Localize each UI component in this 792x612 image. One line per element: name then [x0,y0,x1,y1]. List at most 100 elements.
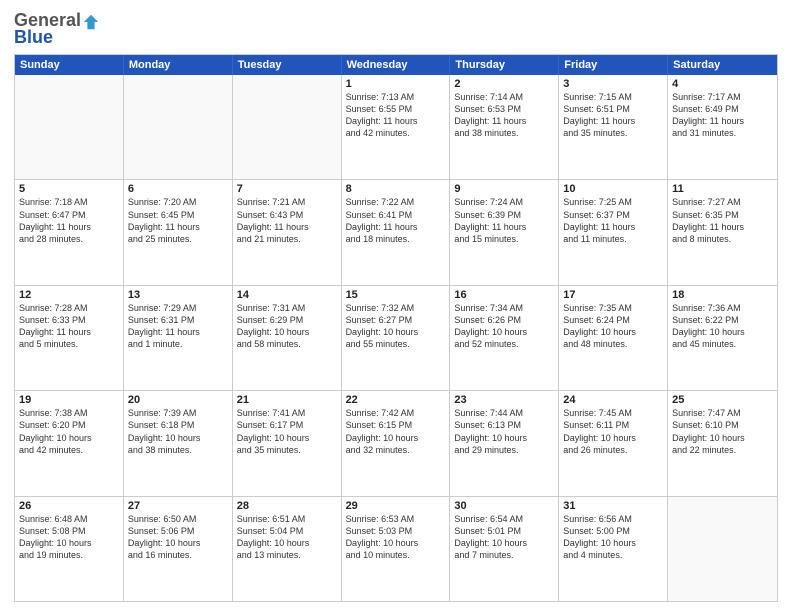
cell-info-line: Sunset: 5:04 PM [237,525,337,537]
cell-info-line: Daylight: 10 hours [563,326,663,338]
day-number: 26 [19,500,119,512]
calendar-cell: 26Sunrise: 6:48 AMSunset: 5:08 PMDayligh… [15,497,124,601]
cell-info-line: Sunset: 6:51 PM [563,103,663,115]
cell-info-line: Sunrise: 7:14 AM [454,91,554,103]
weekday-header-thursday: Thursday [450,55,559,75]
cell-info-line: Sunset: 6:27 PM [346,314,446,326]
cell-info-line: and 22 minutes. [672,444,773,456]
cell-info-line: Sunset: 6:10 PM [672,419,773,431]
cell-info-line: Sunset: 6:53 PM [454,103,554,115]
cell-info-line: Sunrise: 6:51 AM [237,513,337,525]
calendar-cell: 20Sunrise: 7:39 AMSunset: 6:18 PMDayligh… [124,391,233,495]
cell-info-line: Daylight: 10 hours [19,432,119,444]
calendar-cell: 19Sunrise: 7:38 AMSunset: 6:20 PMDayligh… [15,391,124,495]
cell-info-line: Sunrise: 7:35 AM [563,302,663,314]
calendar-body: 1Sunrise: 7:13 AMSunset: 6:55 PMDaylight… [15,75,777,601]
cell-info-line: Sunset: 6:20 PM [19,419,119,431]
day-number: 16 [454,289,554,301]
cell-info-line: Daylight: 10 hours [672,432,773,444]
calendar-cell: 31Sunrise: 6:56 AMSunset: 5:00 PMDayligh… [559,497,668,601]
cell-info-line: Sunrise: 7:32 AM [346,302,446,314]
cell-info-line: Sunrise: 7:25 AM [563,196,663,208]
cell-info-line: Daylight: 10 hours [128,432,228,444]
calendar-cell: 3Sunrise: 7:15 AMSunset: 6:51 PMDaylight… [559,75,668,179]
cell-info-line: Daylight: 11 hours [346,115,446,127]
cell-info-line: and 8 minutes. [672,233,773,245]
header: General Blue [14,10,778,48]
day-number: 28 [237,500,337,512]
cell-info-line: Sunset: 6:24 PM [563,314,663,326]
cell-info-line: and 48 minutes. [563,338,663,350]
day-number: 22 [346,394,446,406]
cell-info-line: Sunrise: 7:20 AM [128,196,228,208]
cell-info-line: Sunset: 5:03 PM [346,525,446,537]
cell-info-line: Sunset: 6:49 PM [672,103,773,115]
cell-info-line: Sunrise: 7:47 AM [672,407,773,419]
cell-info-line: and 35 minutes. [237,444,337,456]
cell-info-line: and 7 minutes. [454,549,554,561]
cell-info-line: Sunrise: 7:18 AM [19,196,119,208]
day-number: 14 [237,289,337,301]
cell-info-line: Daylight: 11 hours [454,221,554,233]
day-number: 18 [672,289,773,301]
cell-info-line: Sunrise: 6:50 AM [128,513,228,525]
cell-info-line: and 5 minutes. [19,338,119,350]
calendar-cell: 13Sunrise: 7:29 AMSunset: 6:31 PMDayligh… [124,286,233,390]
cell-info-line: Sunset: 5:08 PM [19,525,119,537]
calendar-cell [668,497,777,601]
cell-info-line: and 18 minutes. [346,233,446,245]
calendar-page: General Blue SundayMondayTuesdayWednesda… [0,0,792,612]
cell-info-line: Sunrise: 7:38 AM [19,407,119,419]
cell-info-line: Sunrise: 7:21 AM [237,196,337,208]
day-number: 2 [454,78,554,90]
calendar-cell: 23Sunrise: 7:44 AMSunset: 6:13 PMDayligh… [450,391,559,495]
day-number: 11 [672,183,773,195]
cell-info-line: and 21 minutes. [237,233,337,245]
weekday-header-wednesday: Wednesday [342,55,451,75]
cell-info-line: Sunrise: 7:39 AM [128,407,228,419]
cell-info-line: Sunrise: 7:17 AM [672,91,773,103]
cell-info-line: Sunset: 6:17 PM [237,419,337,431]
cell-info-line: Sunset: 6:33 PM [19,314,119,326]
cell-info-line: Sunrise: 7:44 AM [454,407,554,419]
calendar-cell: 14Sunrise: 7:31 AMSunset: 6:29 PMDayligh… [233,286,342,390]
calendar-cell: 10Sunrise: 7:25 AMSunset: 6:37 PMDayligh… [559,180,668,284]
calendar-cell: 6Sunrise: 7:20 AMSunset: 6:45 PMDaylight… [124,180,233,284]
calendar-cell: 29Sunrise: 6:53 AMSunset: 5:03 PMDayligh… [342,497,451,601]
calendar-cell: 30Sunrise: 6:54 AMSunset: 5:01 PMDayligh… [450,497,559,601]
logo: General Blue [14,10,100,48]
calendar-cell: 16Sunrise: 7:34 AMSunset: 6:26 PMDayligh… [450,286,559,390]
cell-info-line: Sunset: 6:41 PM [346,209,446,221]
calendar-cell: 4Sunrise: 7:17 AMSunset: 6:49 PMDaylight… [668,75,777,179]
weekday-header-saturday: Saturday [668,55,777,75]
day-number: 24 [563,394,663,406]
cell-info-line: Daylight: 11 hours [563,221,663,233]
day-number: 5 [19,183,119,195]
cell-info-line: Daylight: 11 hours [19,326,119,338]
cell-info-line: Daylight: 10 hours [563,432,663,444]
cell-info-line: Sunrise: 7:31 AM [237,302,337,314]
cell-info-line: Sunset: 6:31 PM [128,314,228,326]
cell-info-line: Daylight: 10 hours [454,432,554,444]
calendar-cell: 2Sunrise: 7:14 AMSunset: 6:53 PMDaylight… [450,75,559,179]
cell-info-line: and 52 minutes. [454,338,554,350]
cell-info-line: Sunrise: 7:29 AM [128,302,228,314]
cell-info-line: Daylight: 10 hours [237,326,337,338]
calendar-cell [124,75,233,179]
calendar-row-1: 1Sunrise: 7:13 AMSunset: 6:55 PMDaylight… [15,75,777,179]
day-number: 23 [454,394,554,406]
cell-info-line: Sunrise: 7:15 AM [563,91,663,103]
calendar-header: SundayMondayTuesdayWednesdayThursdayFrid… [15,55,777,75]
cell-info-line: Sunrise: 7:36 AM [672,302,773,314]
cell-info-line: Daylight: 11 hours [672,221,773,233]
cell-info-line: and 45 minutes. [672,338,773,350]
cell-info-line: and 1 minute. [128,338,228,350]
cell-info-line: Daylight: 11 hours [563,115,663,127]
day-number: 4 [672,78,773,90]
cell-info-line: Daylight: 10 hours [346,326,446,338]
day-number: 25 [672,394,773,406]
cell-info-line: Sunrise: 7:28 AM [19,302,119,314]
cell-info-line: Sunset: 5:06 PM [128,525,228,537]
day-number: 13 [128,289,228,301]
day-number: 19 [19,394,119,406]
